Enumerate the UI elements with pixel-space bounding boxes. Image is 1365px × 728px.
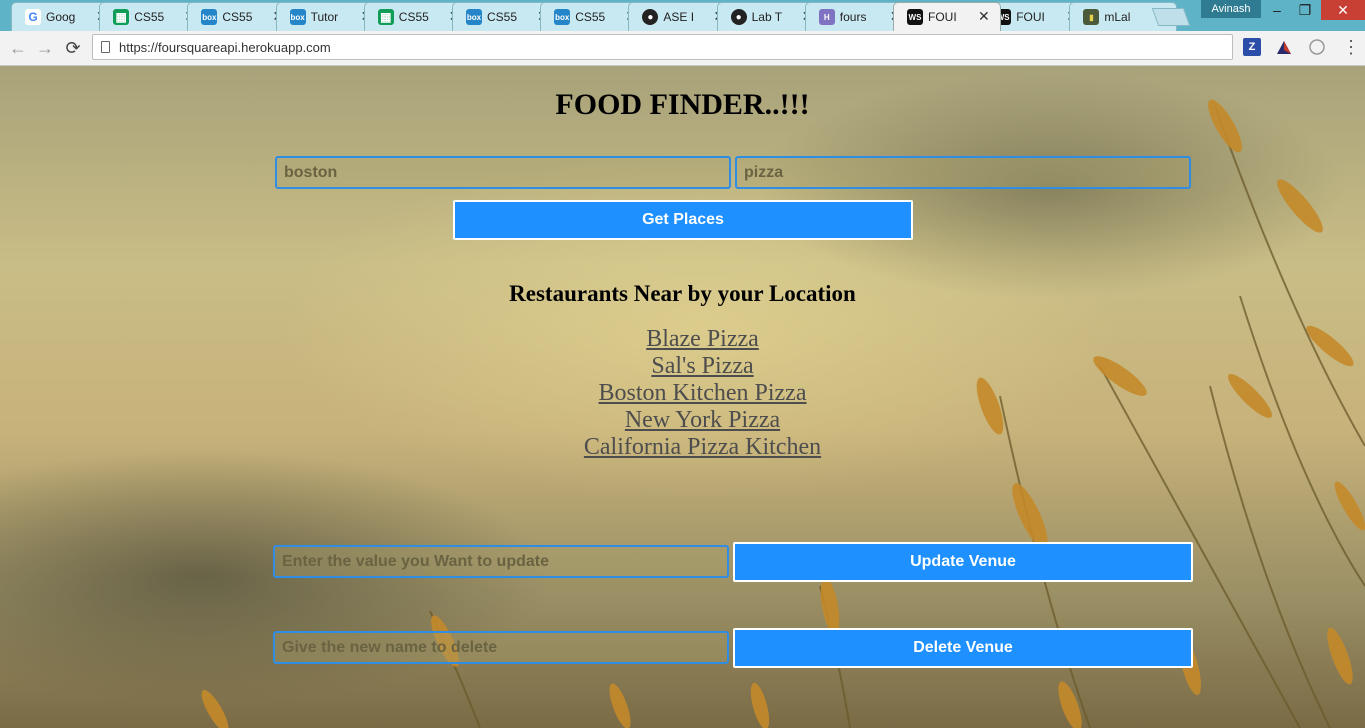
tab-title: CS55 [575,10,606,24]
new-tab-button[interactable] [1151,8,1191,26]
tab-title: Lab T [751,10,783,24]
tab-title: FOUI [1016,10,1045,24]
zotero-extension-icon[interactable]: Z [1243,38,1261,56]
delete-venue-button[interactable]: Delete Venue [733,628,1193,668]
list-item: Boston Kitchen Pizza [0,380,1365,407]
mlab-icon: ▮ [1083,9,1100,25]
place-link[interactable]: Boston Kitchen Pizza [599,380,807,406]
browser-toolbar: ← → ⟳ https://foursquareapi.herokuapp.co… [0,31,1365,66]
list-item: California Pizza Kitchen [0,434,1365,461]
delete-name-input[interactable] [273,631,729,664]
extension-icon[interactable] [1275,38,1293,56]
tab-title: ASE I [663,10,695,24]
place-link[interactable]: Sal's Pizza [651,353,753,379]
place-link[interactable]: Blaze Pizza [646,326,759,352]
profile-button[interactable]: Avinash [1201,0,1261,18]
browser-tab[interactable]: WS FOUI ✕ [893,2,1001,31]
page-background: FOOD FINDER..!!! Get Places Restaurants … [0,66,1365,728]
update-value-input[interactable] [273,545,729,578]
list-item: Sal's Pizza [0,353,1365,380]
tab-title: Goog [46,10,76,24]
list-item: Blaze Pizza [0,326,1365,353]
get-places-button[interactable]: Get Places [453,200,913,240]
webstorm-icon: WS [907,9,923,25]
window-close-button[interactable]: ✕ [1321,0,1365,20]
box-icon: box [201,9,218,25]
tab-title: CS55 [222,10,253,24]
places-list: Blaze Pizza Sal's Pizza Boston Kitchen P… [0,326,1365,461]
tab-title: FOUI [928,10,957,24]
tab-title: CS55 [398,10,429,24]
minimize-button[interactable]: – [1263,0,1291,20]
tab-title: CS55 [134,10,165,24]
maximize-button[interactable]: ❐ [1291,0,1319,20]
clock-extension-icon[interactable] [1308,38,1326,56]
location-input[interactable] [275,156,731,189]
tab-title: fours [839,10,867,24]
tab-title: mLal [1104,10,1131,24]
results-heading: Restaurants Near by your Location [509,281,856,306]
back-button[interactable]: ← [7,37,29,59]
list-item: New York Pizza [0,407,1365,434]
tab-title: Tutor [310,10,339,24]
google-icon: G [25,9,41,25]
place-link[interactable]: California Pizza Kitchen [584,434,821,460]
page-title: FOOD FINDER..!!! [555,88,810,121]
tab-close-icon[interactable]: ✕ [978,8,990,24]
forward-button[interactable]: → [34,37,56,59]
place-link[interactable]: New York Pizza [625,407,780,433]
browser-menu-icon[interactable]: ⋮ [1342,38,1360,56]
box-icon: box [466,9,482,25]
github-icon: ● [642,9,659,25]
address-bar[interactable]: https://foursquareapi.herokuapp.com [92,34,1233,60]
reload-button[interactable]: ⟳ [62,37,84,59]
box-icon: box [554,9,571,25]
tab-title: CS55 [487,10,518,24]
url-text: https://foursquareapi.herokuapp.com [119,40,331,55]
update-venue-button[interactable]: Update Venue [733,542,1193,582]
box-icon: box [289,9,306,25]
tab-strip: GGoog✕▦CS55✕boxCS55✕boxTutor✕▦CS55✕boxCS… [0,0,1365,31]
sheets-icon: ▦ [377,9,394,25]
heroku-icon: H [818,9,835,25]
query-input[interactable] [735,156,1191,189]
sheets-icon: ▦ [113,9,130,25]
github-icon: ● [730,9,747,25]
page-icon [101,41,110,53]
